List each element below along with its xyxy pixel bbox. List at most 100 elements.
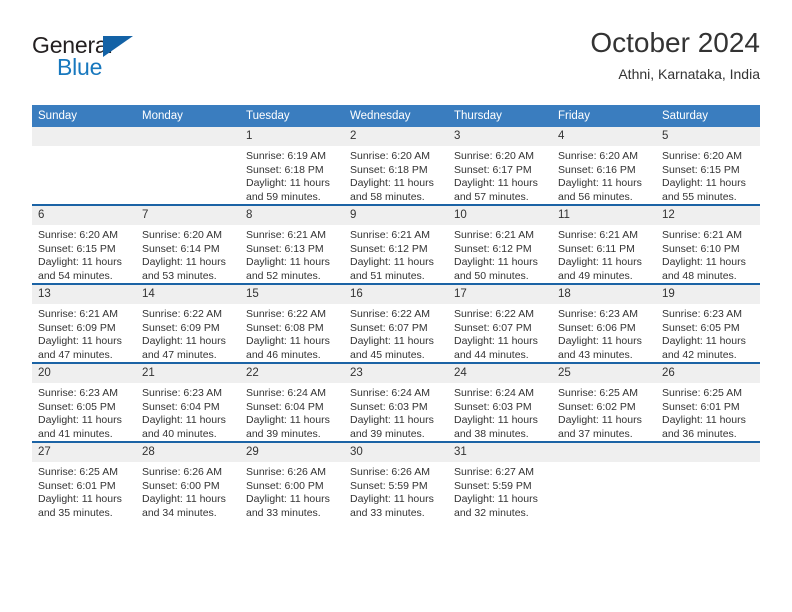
calendar-day-cell[interactable]: 26 Sunrise: 6:25 AM Sunset: 6:01 PM Dayligh… [656, 362, 760, 442]
calendar-day-cell[interactable]: 8 Sunrise: 6:21 AM Sunset: 6:13 PM Daylight… [240, 204, 344, 284]
calendar-day-cell[interactable]: 16 Sunrise: 6:22 AM Sunset: 6:07 PM Dayligh… [344, 283, 448, 363]
daylight-duration-line1: Daylight: 11 hours [454, 414, 538, 426]
calendar-day-cell[interactable]: 15 Sunrise: 6:22 AM Sunset: 6:08 PM Dayligh… [240, 283, 344, 363]
sunrise-time: Sunrise: 6:20 AM [558, 150, 638, 162]
calendar-day-cell[interactable]: 28 Sunrise: 6:26 AM Sunset: 6:00 PM Dayligh… [136, 441, 240, 520]
day-details: Sunrise: 6:21 AM Sunset: 6:12 PM Daylight:… [344, 225, 448, 283]
daylight-duration-line2: and 43 minutes. [558, 348, 633, 361]
day-number: 25 [552, 364, 656, 383]
daylight-duration-line1: Daylight: 11 hours [246, 177, 330, 189]
sunset-time: Sunset: 6:00 PM [142, 479, 220, 492]
day-number [136, 127, 240, 146]
calendar-day-cell[interactable]: 27 Sunrise: 6:25 AM Sunset: 6:01 PM Dayligh… [32, 441, 136, 520]
calendar-day-cell[interactable]: 14 Sunrise: 6:22 AM Sunset: 6:09 PM Dayligh… [136, 283, 240, 363]
daylight-duration-line1: Daylight: 11 hours [246, 256, 330, 268]
daylight-duration-line1: Daylight: 11 hours [350, 177, 434, 189]
calendar-day-cell[interactable]: 18 Sunrise: 6:23 AM Sunset: 6:06 PM Dayligh… [552, 283, 656, 363]
calendar-day-cell[interactable]: 12 Sunrise: 6:21 AM Sunset: 6:10 PM Dayligh… [656, 204, 760, 284]
daylight-duration-line1: Daylight: 11 hours [38, 256, 122, 268]
daylight-duration-line2: and 59 minutes. [246, 190, 321, 203]
daylight-duration-line1: Daylight: 11 hours [662, 177, 746, 189]
daylight-duration-line2: and 55 minutes. [662, 190, 737, 203]
sunset-time: Sunset: 6:11 PM [558, 242, 635, 255]
calendar-day-cell[interactable]: 6 Sunrise: 6:20 AM Sunset: 6:15 PM Daylight… [32, 204, 136, 284]
day-details: Sunrise: 6:26 AM Sunset: 5:59 PM Daylight:… [344, 462, 448, 520]
calendar-table: Sunday Monday Tuesday Wednesday Thursday… [32, 105, 760, 520]
daylight-duration-line2: and 47 minutes. [142, 348, 217, 361]
weekday-header-wednesday: Wednesday [344, 105, 448, 127]
calendar-week-row: 27 Sunrise: 6:25 AM Sunset: 6:01 PM Dayligh… [32, 441, 760, 520]
sunrise-time: Sunrise: 6:26 AM [246, 466, 326, 478]
calendar-day-cell-empty [32, 127, 136, 205]
sunset-time: Sunset: 6:02 PM [558, 400, 636, 413]
daylight-duration-line2: and 40 minutes. [142, 427, 217, 440]
daylight-duration-line1: Daylight: 11 hours [558, 256, 642, 268]
calendar-day-cell[interactable]: 17 Sunrise: 6:22 AM Sunset: 6:07 PM Dayligh… [448, 283, 552, 363]
sunset-time: Sunset: 6:04 PM [142, 400, 220, 413]
calendar-day-cell[interactable]: 13 Sunrise: 6:21 AM Sunset: 6:09 PM Dayligh… [32, 283, 136, 363]
weekday-header-friday: Friday [552, 105, 656, 127]
calendar-day-cell[interactable]: 22 Sunrise: 6:24 AM Sunset: 6:04 PM Dayligh… [240, 362, 344, 442]
calendar-day-cell[interactable]: 9 Sunrise: 6:21 AM Sunset: 6:12 PM Daylight… [344, 204, 448, 284]
calendar-day-cell[interactable]: 20 Sunrise: 6:23 AM Sunset: 6:05 PM Dayligh… [32, 362, 136, 442]
calendar-page: General Blue October 2024 Athni, Karnata… [0, 0, 792, 612]
daylight-duration-line1: Daylight: 11 hours [454, 335, 538, 347]
calendar-body: 1 Sunrise: 6:19 AM Sunset: 6:18 PM Daylight… [32, 127, 760, 520]
daylight-duration-line1: Daylight: 11 hours [142, 256, 226, 268]
day-details: Sunrise: 6:26 AM Sunset: 6:00 PM Daylight:… [136, 462, 240, 520]
daylight-duration-line2: and 56 minutes. [558, 190, 633, 203]
daylight-duration-line2: and 57 minutes. [454, 190, 529, 203]
sunrise-time: Sunrise: 6:22 AM [246, 308, 326, 320]
calendar-day-cell[interactable]: 4 Sunrise: 6:20 AM Sunset: 6:16 PM Daylight… [552, 127, 656, 205]
calendar-day-cell[interactable]: 2 Sunrise: 6:20 AM Sunset: 6:18 PM Daylight… [344, 127, 448, 205]
calendar-day-cell[interactable]: 10 Sunrise: 6:21 AM Sunset: 6:12 PM Dayligh… [448, 204, 552, 284]
day-number: 4 [552, 127, 656, 146]
day-details: Sunrise: 6:23 AM Sunset: 6:06 PM Daylight:… [552, 304, 656, 362]
sunset-time: Sunset: 6:09 PM [38, 321, 116, 334]
day-details: Sunrise: 6:22 AM Sunset: 6:08 PM Daylight:… [240, 304, 344, 362]
calendar-day-cell[interactable]: 7 Sunrise: 6:20 AM Sunset: 6:14 PM Daylight… [136, 204, 240, 284]
calendar-day-cell[interactable]: 23 Sunrise: 6:24 AM Sunset: 6:03 PM Dayligh… [344, 362, 448, 442]
daylight-duration-line1: Daylight: 11 hours [350, 414, 434, 426]
day-number: 23 [344, 364, 448, 383]
calendar-day-cell[interactable]: 24 Sunrise: 6:24 AM Sunset: 6:03 PM Dayligh… [448, 362, 552, 442]
day-details: Sunrise: 6:20 AM Sunset: 6:14 PM Daylight:… [136, 225, 240, 283]
sunrise-time: Sunrise: 6:23 AM [38, 387, 118, 399]
daylight-duration-line1: Daylight: 11 hours [142, 335, 226, 347]
day-number: 14 [136, 285, 240, 304]
daylight-duration-line2: and 32 minutes. [454, 506, 529, 519]
brand-logo[interactable]: General Blue [32, 32, 152, 88]
day-details [552, 462, 656, 518]
weekday-header-saturday: Saturday [656, 105, 760, 127]
sunrise-time: Sunrise: 6:20 AM [454, 150, 534, 162]
calendar-day-cell[interactable]: 1 Sunrise: 6:19 AM Sunset: 6:18 PM Daylight… [240, 127, 344, 205]
calendar-day-cell[interactable]: 19 Sunrise: 6:23 AM Sunset: 6:05 PM Dayligh… [656, 283, 760, 363]
calendar-day-cell[interactable]: 11 Sunrise: 6:21 AM Sunset: 6:11 PM Dayligh… [552, 204, 656, 284]
sunrise-time: Sunrise: 6:19 AM [246, 150, 326, 162]
sunrise-time: Sunrise: 6:21 AM [350, 229, 430, 241]
sunset-time: Sunset: 6:00 PM [246, 479, 324, 492]
day-details: Sunrise: 6:22 AM Sunset: 6:07 PM Daylight:… [344, 304, 448, 362]
sunrise-time: Sunrise: 6:20 AM [662, 150, 742, 162]
weekday-header-tuesday: Tuesday [240, 105, 344, 127]
calendar-day-cell[interactable]: 21 Sunrise: 6:23 AM Sunset: 6:04 PM Dayligh… [136, 362, 240, 442]
brand-name-blue: Blue [57, 54, 103, 80]
calendar-day-cell[interactable]: 29 Sunrise: 6:26 AM Sunset: 6:00 PM Dayligh… [240, 441, 344, 520]
day-number: 3 [448, 127, 552, 146]
calendar-day-cell[interactable]: 25 Sunrise: 6:25 AM Sunset: 6:02 PM Dayligh… [552, 362, 656, 442]
sunrise-time: Sunrise: 6:21 AM [246, 229, 326, 241]
sunrise-time: Sunrise: 6:23 AM [558, 308, 638, 320]
calendar-day-cell[interactable]: 5 Sunrise: 6:20 AM Sunset: 6:15 PM Daylight… [656, 127, 760, 205]
day-details: Sunrise: 6:24 AM Sunset: 6:04 PM Daylight:… [240, 383, 344, 441]
daylight-duration-line2: and 52 minutes. [246, 269, 321, 282]
calendar-day-cell[interactable]: 30 Sunrise: 6:26 AM Sunset: 5:59 PM Dayligh… [344, 441, 448, 520]
day-number: 7 [136, 206, 240, 225]
sunset-time: Sunset: 6:01 PM [38, 479, 116, 492]
sunset-time: Sunset: 6:03 PM [454, 400, 532, 413]
day-details: Sunrise: 6:20 AM Sunset: 6:18 PM Daylight:… [344, 146, 448, 204]
daylight-duration-line2: and 44 minutes. [454, 348, 529, 361]
sunset-time: Sunset: 6:04 PM [246, 400, 324, 413]
calendar-day-cell[interactable]: 31 Sunrise: 6:27 AM Sunset: 5:59 PM Dayligh… [448, 441, 552, 520]
calendar-day-cell[interactable]: 3 Sunrise: 6:20 AM Sunset: 6:17 PM Daylight… [448, 127, 552, 205]
day-details: Sunrise: 6:24 AM Sunset: 6:03 PM Daylight:… [344, 383, 448, 441]
